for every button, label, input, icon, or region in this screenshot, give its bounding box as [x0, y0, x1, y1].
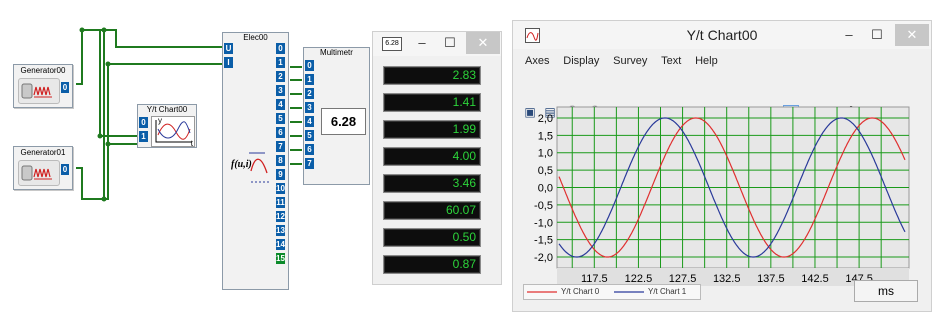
y-tick-label: 1,0	[538, 148, 553, 160]
elec-output-port-12[interactable]: 12	[276, 211, 285, 222]
display-value-row-1: 1.41	[383, 93, 481, 112]
y-tick-label: -0,5	[534, 200, 553, 212]
elec-output-port-1[interactable]: 1	[276, 57, 285, 68]
elec-input-port-u[interactable]: U	[224, 43, 233, 54]
y-tick-label: 2,0	[538, 113, 553, 125]
multimeter-display: 6.28	[321, 108, 366, 135]
ytchart-block-title: Y/t Chart00	[146, 105, 188, 114]
display-maximize-button[interactable]: ☐	[436, 32, 464, 54]
y-tick-label: 0,5	[538, 165, 553, 177]
display-close-button[interactable]: ✕	[466, 32, 500, 54]
display-value: 2.83	[452, 68, 476, 82]
multimeter-input-port-1[interactable]: 1	[305, 74, 314, 85]
x-tick-label: 132.5	[713, 273, 741, 285]
legend-series-1: Y/t Chart 1	[648, 287, 687, 296]
x-tick-label: 142.5	[801, 273, 829, 285]
generator-block-1[interactable]: Generator01 0	[13, 146, 73, 190]
display-minimize-button[interactable]: –	[408, 32, 436, 54]
multimeter-input-port-0[interactable]: 0	[305, 60, 314, 71]
generator-block-0[interactable]: Generator00 0	[13, 64, 73, 108]
generator-output-port[interactable]: 0	[61, 164, 69, 175]
elec-output-port-4[interactable]: 4	[276, 99, 285, 110]
y-tick-label: -1,5	[534, 235, 553, 247]
y-tick-label: 1,5	[538, 130, 553, 142]
chart-legend: Y/t Chart 0 Y/t Chart 1	[523, 284, 701, 300]
y-tick-label: -2,0	[534, 252, 553, 264]
display-window-titlebar[interactable]: 6.28 – ☐ ✕	[373, 32, 501, 56]
display-value-row-4: 3.46	[383, 174, 481, 193]
multimeter-block[interactable]: Multimetr 0 1 2 3 4 5 6 7 6.28	[303, 47, 370, 185]
elec-output-port-14[interactable]: 14	[276, 239, 285, 250]
elec-output-port-7[interactable]: 7	[276, 141, 285, 152]
ytchart-axis-y: y	[158, 116, 162, 125]
generator-icon	[18, 160, 60, 186]
y-tick-label: 0,0	[538, 183, 553, 195]
ytchart-axis-t: t	[190, 139, 193, 148]
display-value: 0.50	[452, 230, 476, 244]
display-value-row-3: 4.00	[383, 147, 481, 166]
y-tick-label: -1,0	[534, 217, 553, 229]
generator-output-port[interactable]: 0	[61, 82, 69, 93]
elec-output-port-3[interactable]: 3	[276, 85, 285, 96]
elec-output-port-11[interactable]: 11	[276, 197, 285, 208]
display-value: 60.07	[445, 203, 476, 217]
elec-block-title: Elec00	[243, 33, 268, 42]
elec-output-port-9[interactable]: 9	[276, 169, 285, 180]
elec-output-port-15[interactable]: 15	[276, 253, 285, 264]
generator-title: Generator00	[20, 66, 66, 75]
elec-function-label: f(u,i)	[231, 159, 252, 170]
elec-output-port-13[interactable]: 13	[276, 225, 285, 236]
multimeter-title: Multimetr	[320, 48, 353, 57]
chart-window[interactable]: Y/t Chart00 – ☐ ✕ Axes Display Survey Te…	[512, 20, 932, 312]
elec-block[interactable]: Elec00 U I 0 1 2 3 4 5 6 7 8 9 10 11 12 13 14 15 f(u,i)	[222, 32, 289, 290]
display-value-row-2: 1.99	[383, 120, 481, 139]
ytchart-input-port[interactable]: 1	[139, 131, 148, 142]
chart-unit-box: ms	[854, 280, 918, 302]
multimeter-input-port-7[interactable]: 7	[305, 158, 314, 169]
legend-series-0: Y/t Chart 0	[561, 287, 600, 296]
elec-output-port-0[interactable]: 0	[276, 43, 285, 54]
x-tick-label: 137.5	[757, 273, 785, 285]
elec-output-port-10[interactable]: 10	[276, 183, 285, 194]
display-value: 0.87	[452, 257, 476, 271]
display-value-row-7: 0.87	[383, 255, 481, 274]
elec-output-port-5[interactable]: 5	[276, 113, 285, 124]
display-value-row-0: 2.83	[383, 66, 481, 85]
display-window[interactable]: 6.28 – ☐ ✕ 2.83 1.41 1.99 4.00 3.46 60.07 0.50…	[372, 31, 502, 285]
display-value: 4.00	[452, 149, 476, 163]
elec-function-icon: f(u,i)	[231, 151, 271, 187]
elec-output-port-2[interactable]: 2	[276, 71, 285, 82]
display-value: 1.41	[452, 95, 476, 109]
multimeter-input-port-2[interactable]: 2	[305, 88, 314, 99]
multimeter-input-port-6[interactable]: 6	[305, 144, 314, 155]
ytchart-input-port[interactable]: 0	[139, 117, 148, 128]
multimeter-input-port-3[interactable]: 3	[305, 102, 314, 113]
display-value: 1.99	[452, 122, 476, 136]
display-value: 3.46	[452, 176, 476, 190]
elec-output-port-8[interactable]: 8	[276, 155, 285, 166]
multimeter-input-port-5[interactable]: 5	[305, 130, 314, 141]
elec-output-port-6[interactable]: 6	[276, 127, 285, 138]
generator-title: Generator01	[20, 148, 66, 157]
display-value-row-5: 60.07	[383, 201, 481, 220]
multimeter-input-port-4[interactable]: 4	[305, 116, 314, 127]
generator-icon	[18, 78, 60, 104]
chart-plot[interactable]: 117.5 122.5 127.5 132.5 137.5 142.5 147.52,01,…	[513, 21, 931, 311]
ytchart-block[interactable]: Y/t Chart00 0 1 y t	[137, 104, 197, 148]
ytchart-mini-icon: y t	[151, 116, 195, 148]
elec-input-port-i[interactable]: I	[224, 57, 233, 68]
display-value-row-6: 0.50	[383, 228, 481, 247]
display-window-icon: 6.28	[382, 37, 402, 51]
